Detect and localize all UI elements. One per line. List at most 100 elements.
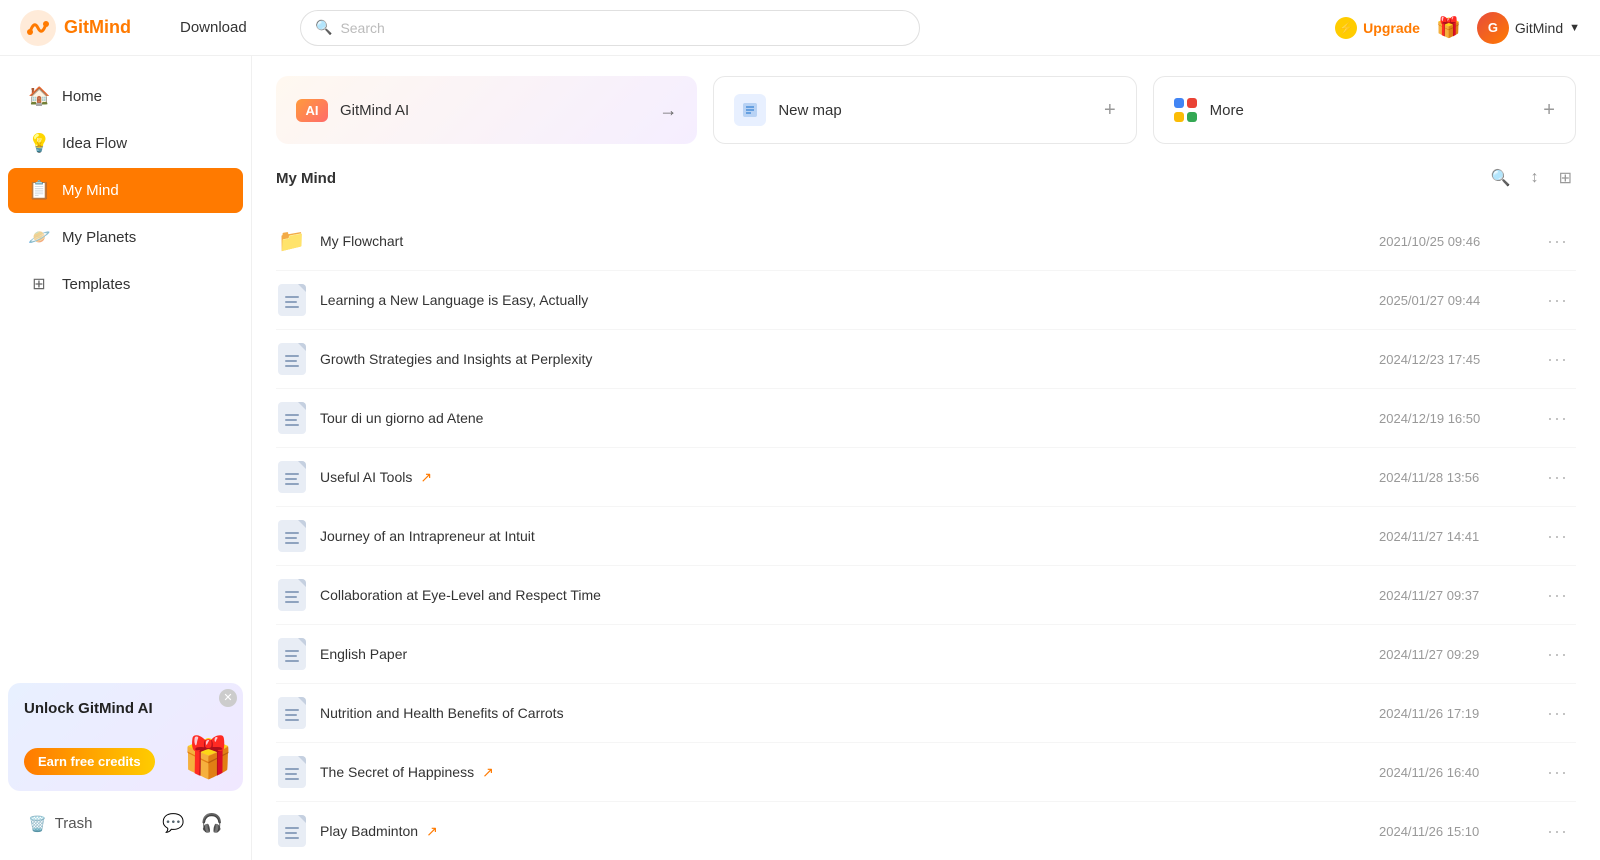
file-more-button[interactable]: ···: [1539, 522, 1576, 551]
file-more-button[interactable]: ···: [1539, 817, 1576, 846]
promo-close-button[interactable]: ✕: [219, 689, 237, 707]
file-date: 2024/11/26 16:40: [1379, 765, 1539, 780]
file-name: Journey of an Intrapreneur at Intuit: [320, 528, 1379, 544]
sort-button[interactable]: ↕: [1527, 164, 1543, 192]
sidebar-item-label: My Mind: [62, 182, 119, 199]
new-map-card[interactable]: New map +: [713, 76, 1136, 144]
new-map-icon: [734, 94, 766, 126]
table-row[interactable]: English Paper 2024/11/27 09:29 ···: [276, 625, 1576, 684]
section-header: My Mind 🔍 ↕ ⊞: [276, 164, 1576, 192]
home-icon: 🏠: [28, 86, 50, 107]
upgrade-button[interactable]: ⚡ Upgrade: [1335, 17, 1420, 39]
trash-icon: 🗑️: [28, 815, 47, 833]
file-more-button[interactable]: ···: [1539, 345, 1576, 374]
table-row[interactable]: Tour di un giorno ad Atene 2024/12/19 16…: [276, 389, 1576, 448]
file-more-button[interactable]: ···: [1539, 463, 1576, 492]
promo-card: ✕ Unlock GitMind AI 🎁 Earn free credits: [8, 683, 243, 792]
download-link[interactable]: Download: [180, 19, 280, 36]
more-icon: [1174, 98, 1198, 122]
file-date: 2024/11/27 09:37: [1379, 588, 1539, 603]
more-plus-icon: +: [1543, 99, 1555, 122]
gift-button[interactable]: 🎁: [1436, 15, 1461, 40]
doc-icon: [276, 402, 308, 434]
section-actions: 🔍 ↕ ⊞: [1487, 164, 1576, 192]
file-more-button[interactable]: ···: [1539, 286, 1576, 315]
table-row[interactable]: The Secret of Happiness↗ 2024/11/26 16:4…: [276, 743, 1576, 802]
sidebar-item-my-planets[interactable]: 🪐 My Planets: [8, 215, 243, 260]
table-row[interactable]: Useful AI Tools↗ 2024/11/28 13:56 ···: [276, 448, 1576, 507]
doc-icon: [276, 638, 308, 670]
chevron-down-icon: ▼: [1569, 22, 1580, 34]
file-name: Nutrition and Health Benefits of Carrots: [320, 705, 1379, 721]
table-row[interactable]: Collaboration at Eye-Level and Respect T…: [276, 566, 1576, 625]
file-more-button[interactable]: ···: [1539, 404, 1576, 433]
file-more-button[interactable]: ···: [1539, 227, 1576, 256]
user-menu-button[interactable]: G GitMind ▼: [1477, 12, 1580, 44]
file-more-button[interactable]: ···: [1539, 581, 1576, 610]
file-date: 2024/11/27 09:29: [1379, 647, 1539, 662]
sidebar-item-home[interactable]: 🏠 Home: [8, 74, 243, 119]
table-row[interactable]: Growth Strategies and Insights at Perple…: [276, 330, 1576, 389]
file-name: Learning a New Language is Easy, Actuall…: [320, 292, 1379, 308]
topbar-right: ⚡ Upgrade 🎁 G GitMind ▼: [1335, 12, 1580, 44]
doc-icon: [276, 343, 308, 375]
sidebar-item-label: Templates: [62, 276, 130, 293]
share-icon: ↗: [420, 469, 432, 486]
file-name: My Flowchart: [320, 233, 1379, 249]
trash-item[interactable]: 🗑️ Trash: [28, 815, 92, 833]
folder-icon: 📁: [276, 225, 308, 257]
logo-icon: [20, 10, 56, 46]
search-placeholder: Search: [340, 20, 384, 36]
doc-icon: [276, 697, 308, 729]
file-more-button[interactable]: ···: [1539, 758, 1576, 787]
table-row[interactable]: 📁 My Flowchart 2021/10/25 09:46 ···: [276, 212, 1576, 271]
sidebar: 🏠 Home 💡 Idea Flow 📋 My Mind 🪐 My Planet…: [0, 56, 252, 860]
mind-icon: 📋: [28, 180, 50, 201]
table-row[interactable]: Nutrition and Health Benefits of Carrots…: [276, 684, 1576, 743]
view-toggle-button[interactable]: ⊞: [1555, 164, 1576, 192]
help-button[interactable]: 🎧: [201, 813, 223, 834]
new-map-label: New map: [778, 102, 841, 119]
share-icon: ↗: [426, 823, 438, 840]
sidebar-item-my-mind[interactable]: 📋 My Mind: [8, 168, 243, 213]
table-row[interactable]: Journey of an Intrapreneur at Intuit 202…: [276, 507, 1576, 566]
doc-icon: [276, 756, 308, 788]
sidebar-item-templates[interactable]: ⊞ Templates: [8, 262, 243, 306]
chat-button[interactable]: 💬: [162, 813, 184, 834]
doc-icon: [276, 520, 308, 552]
sidebar-item-label: My Planets: [62, 229, 136, 246]
templates-icon: ⊞: [28, 274, 50, 294]
search-bar[interactable]: 🔍 Search: [300, 10, 920, 46]
file-date: 2025/01/27 09:44: [1379, 293, 1539, 308]
sidebar-item-idea-flow[interactable]: 💡 Idea Flow: [8, 121, 243, 166]
logo[interactable]: GitMind: [20, 10, 160, 46]
promo-earn-button[interactable]: Earn free credits: [24, 748, 155, 775]
file-date: 2024/11/26 15:10: [1379, 824, 1539, 839]
gitmind-ai-card[interactable]: AI GitMind AI →: [276, 76, 697, 144]
file-date: 2024/11/28 13:56: [1379, 470, 1539, 485]
file-name: Useful AI Tools↗: [320, 469, 1379, 486]
search-filter-button[interactable]: 🔍: [1487, 164, 1515, 192]
upgrade-label: Upgrade: [1363, 20, 1420, 36]
file-more-button[interactable]: ···: [1539, 640, 1576, 669]
file-name: English Paper: [320, 646, 1379, 662]
file-name: Tour di un giorno ad Atene: [320, 410, 1379, 426]
sidebar-item-label: Idea Flow: [62, 135, 127, 152]
file-list: 📁 My Flowchart 2021/10/25 09:46 ··· Lear…: [252, 212, 1600, 860]
more-card[interactable]: More +: [1153, 76, 1576, 144]
file-more-button[interactable]: ···: [1539, 699, 1576, 728]
table-row[interactable]: Learning a New Language is Easy, Actuall…: [276, 271, 1576, 330]
main-layout: 🏠 Home 💡 Idea Flow 📋 My Mind 🪐 My Planet…: [0, 56, 1600, 860]
file-date: 2021/10/25 09:46: [1379, 234, 1539, 249]
plus-icon: +: [1104, 99, 1116, 122]
file-name: The Secret of Happiness↗: [320, 764, 1379, 781]
content-header: AI GitMind AI → New map +: [252, 56, 1600, 212]
promo-gift-icon: 🎁: [183, 734, 233, 781]
doc-icon: [276, 815, 308, 847]
share-icon: ↗: [482, 764, 494, 781]
table-row[interactable]: Play Badminton↗ 2024/11/26 15:10 ···: [276, 802, 1576, 860]
avatar: G: [1477, 12, 1509, 44]
doc-icon: [276, 284, 308, 316]
file-date: 2024/12/19 16:50: [1379, 411, 1539, 426]
sidebar-footer: 🗑️ Trash 💬 🎧: [8, 803, 243, 844]
